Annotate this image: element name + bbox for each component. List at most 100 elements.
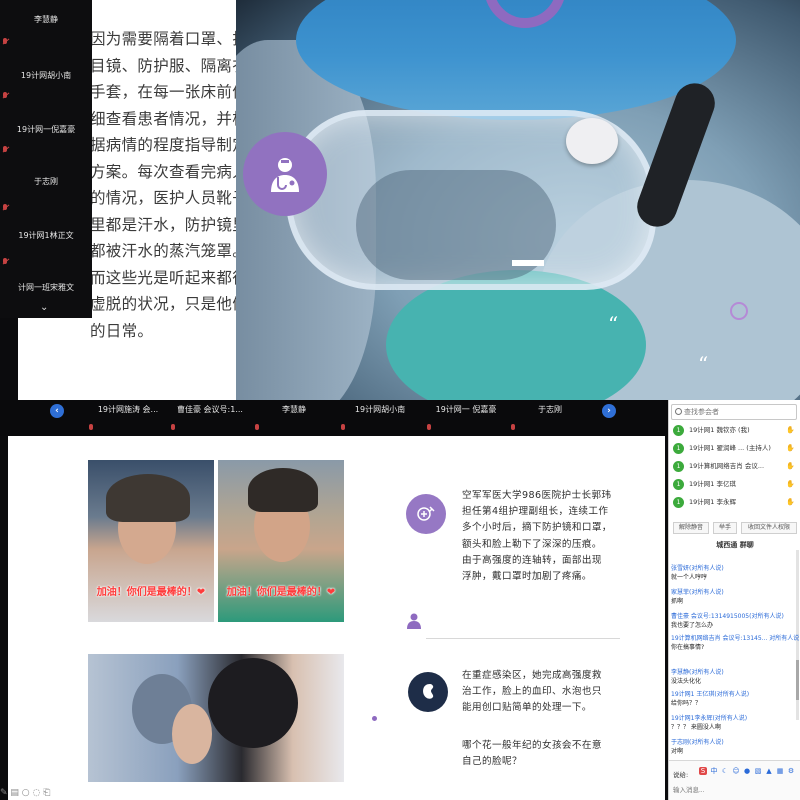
raise-hand-button[interactable]: 举手 [713,522,737,534]
participant-name: 于志刚 [538,405,562,414]
member-row[interactable]: 1 19计网1 李永辉 ✋ [671,494,797,511]
chat-message: 家慧菲(对所有人说) 抓啊 [671,588,795,606]
message-sender: 曹佳豪 会议号:1314915005(对所有人说) [671,613,784,620]
hair-shape [248,468,318,512]
mic-icon[interactable]: ● [743,767,751,775]
shared-slide-top: 因为需要隔着口罩、护 目镜、防护服、隔离衣、 手套，在每一张床前仔 细查看患者情… [18,0,800,400]
participant-name: 李慧静 [282,405,306,414]
participant-tile[interactable]: 19计网胡小南 [0,48,92,106]
chat-input[interactable] [673,783,797,797]
participant-tile[interactable]: 于志刚 [0,160,92,218]
participant-tile[interactable]: 19计网1林正文 [0,216,92,274]
ime-icon[interactable]: S [699,767,707,775]
participant-tile[interactable]: 计网一班宋雅文 [0,268,92,326]
message-text: 我也要了怎么办 [671,622,714,629]
avatar: 1 [673,461,684,472]
mic-muted-icon [2,38,8,46]
doctor-small-icon [406,612,422,634]
member-row[interactable]: 1 19计算机网络吉肖 会议... ✋ [671,458,797,475]
mic-muted-icon [2,92,8,100]
slide-line: 据病情的程度指导制定 [90,136,249,154]
paragraph-line: 空军军医大学986医院护士长郭玮 [462,490,612,501]
hair-shape [106,474,190,522]
member-name: 19计网1 李亿琪 [689,480,736,488]
member-name: 19计网1 李永辉 [689,498,736,506]
slide-line: 的日常。 [90,321,154,340]
strip-next-button[interactable]: › [602,404,616,418]
member-name: 19计网1 魏钦亦 (我) [689,426,750,434]
unmute-button[interactable]: 解除静音 [673,522,709,534]
hand-shape [172,704,212,764]
mic-muted-icon [170,424,176,432]
slide-line: 方案。每次查看完病人 [90,162,249,181]
slide-line: 的情况，医护人员靴子 [90,189,249,207]
member-name: 19计算机网络吉肖 会议... [689,462,765,470]
paragraph-line: 自己的脸呢？ [462,756,522,768]
participant-name: 曹佳豪 会议号:1... [177,405,243,414]
search-input[interactable]: 查找参会者 [671,404,797,420]
dot-decoration [372,716,377,721]
search-placeholder: 查找参会者 [684,408,719,416]
paragraph-line: 治工作，脸上的血印、水泡也只 [462,686,602,698]
strip-prev-button[interactable]: ‹ [50,404,64,418]
chat-message: 曹佳豪 会议号:1314915005(对所有人说) 我也要了怎么办 [671,612,795,630]
kidney-icon [408,672,448,712]
participant-name: 19计网胡小南 [354,405,406,414]
message-sender: 于志刚(对所有人说) [671,739,724,746]
message-text: 就一个人哼哼 [671,574,708,581]
message-sender: 19计网1 王亿琪(对所有人说) [671,691,750,698]
message-sender: 张雪妍(对所有人说) [671,565,724,572]
participant-name: 19计网胡小南 [20,71,72,80]
photo-caption: 加油！你们是最棒的！❤ [226,587,336,598]
message-sender: 家慧菲(对所有人说) [671,589,724,596]
chat-message: 19计网1李永辉(对所有人说) ？？？ 来圆没人啊 [671,714,795,732]
grid-icon[interactable]: ▦ [776,767,784,775]
mic-muted-icon [2,146,8,154]
paragraph-line: 能用创口贴简单的处理一下。 [462,702,592,714]
message-sender: 19计网1李永辉(对所有人说) [671,715,748,722]
participant-tile[interactable]: 19计网一倪嘉豪 [0,104,92,162]
keyboard-icon[interactable]: ▧ [754,767,762,775]
member-row[interactable]: 1 19计网1 魏钦亦 (我) ✋ [671,422,797,439]
participant-video-list: 李慧静 19计网胡小南 19计网一倪嘉豪 于志刚 19计网1林正文 计网一班宋雅… [0,0,92,318]
chevron-down-icon[interactable]: ⌄ [40,302,48,313]
divider [426,638,620,639]
message-text: 你在搞事情? [671,644,705,651]
slide-paragraph: 因为需要隔着口罩、护 目镜、防护服、隔离衣、 手套，在每一张床前仔 细查看患者情… [90,26,264,344]
slide-line: 手套，在每一张床前仔 [90,83,249,101]
hand-icon: ✋ [786,444,795,452]
settings-icon[interactable]: ⚙ [787,767,795,775]
slide-line: 细查看患者情况，并根 [90,109,249,128]
story-paragraph-1: 空军军医大学986医院护士长郭玮 担任第4组护理副组长，连续工作 多个小时后，摘… [462,488,612,585]
participant-name: 19计网1林正文 [18,231,74,240]
quote-mark: “ [698,352,709,376]
mic-muted-icon [340,424,346,432]
emoji-icon[interactable]: ☺ [732,767,740,775]
participant-name: 李慧静 [34,15,58,24]
mic-muted-icon [88,424,94,432]
nurse-photo-3 [88,654,344,782]
slide-line: 而这些光是听起来都很 [90,268,249,287]
annotation-toolbar[interactable]: ✎ ▤ ○ ◌ ⎗ [0,788,110,800]
participant-name: 19计网一 倪嘉豪 [435,405,497,414]
chat-input-bar: 说给: S 中 ☾ ☺ ● ▧ ▲ ▦ ⚙ [669,760,800,800]
paragraph-line: 哪个花一般年纪的女孩会不在意 [462,740,602,751]
mic-muted-icon [254,424,260,432]
doctor-icon [243,132,327,216]
moon-icon[interactable]: ☾ [721,767,729,775]
send-to-label: 说给: [673,771,689,779]
member-row[interactable]: 1 19计网1 李亿琪 ✋ [671,476,797,493]
chat-message: 张雪妍(对所有人说) 就一个人哼哼 [671,564,795,582]
photo-caption: 加油！你们是最棒的！❤ [96,587,206,598]
message-text: ？？？ 来圆没人啊 [671,724,721,731]
chat-title: 城西通 群聊 [716,541,754,549]
shirt-icon[interactable]: ▲ [765,767,773,775]
participant-name: 计网一班宋雅文 [18,283,74,292]
mic-muted-icon [2,258,8,266]
avatar: 1 [673,443,684,454]
member-row[interactable]: 1 19计网1 翟润峰 ... (主持人) ✋ [671,440,797,457]
goggle-vent [566,118,618,164]
avatar: 1 [673,497,684,508]
lang-icon[interactable]: 中 [710,767,718,775]
revoke-file-permission-button[interactable]: 收回文件人权限 [741,522,797,534]
